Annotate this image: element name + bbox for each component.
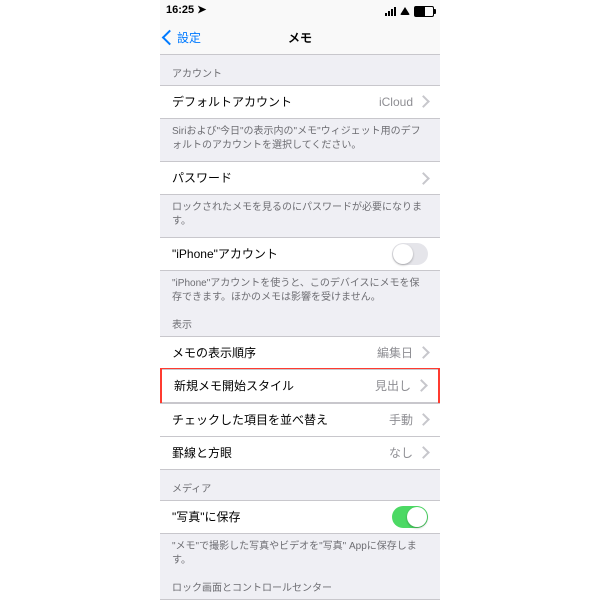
cell-label: メモの表示順序: [172, 346, 256, 360]
cell-value: なし: [389, 446, 413, 460]
chevron-right-icon: [417, 414, 430, 427]
nav-bar: 設定 メモ: [160, 22, 440, 55]
cell-lines[interactable]: 罫線と方眼 なし: [160, 436, 440, 470]
group-footer-password: ロックされたメモを見るのにパスワードが必要になります。: [160, 195, 440, 230]
cell-label: 新規メモ開始スタイル: [174, 379, 294, 393]
cell-iphone-account[interactable]: "iPhone"アカウント: [160, 237, 440, 271]
chevron-right-icon: [417, 172, 430, 185]
chevron-left-icon: [162, 30, 178, 46]
chevron-right-icon: [415, 380, 428, 393]
cell-value: 見出し: [375, 379, 411, 393]
group-header-display: 表示: [160, 306, 440, 337]
cell-check-sort[interactable]: チェックした項目を並べ替え 手動: [160, 403, 440, 437]
cell-value: 編集日: [377, 346, 413, 360]
group-footer-media: "メモ"で撮影した写真やビデオを"写真" Appに保存します。: [160, 534, 440, 569]
chevron-right-icon: [417, 447, 430, 460]
cell-label: チェックした項目を並べ替え: [172, 413, 328, 427]
back-button[interactable]: 設定: [160, 31, 201, 45]
group-footer-iphone: "iPhone"アカウントを使うと、このデバイスにメモを保存できます。ほかのメモ…: [160, 271, 440, 306]
cellular-icon: [385, 7, 396, 16]
group-header-media: メディア: [160, 470, 440, 501]
group-footer-account: Siriおよび"今日"の表示内の"メモ"ウィジェット用のデフォルトのアカウントを…: [160, 119, 440, 154]
chevron-right-icon: [417, 96, 430, 109]
status-time: 16:25: [166, 4, 194, 17]
cell-label: パスワード: [172, 171, 232, 185]
cell-label: デフォルトアカウント: [172, 95, 292, 109]
cell-value: 手動: [389, 413, 413, 427]
battery-icon: [414, 6, 434, 17]
cell-default-account[interactable]: デフォルトアカウント iCloud: [160, 85, 440, 119]
save-photos-switch[interactable]: [392, 506, 428, 528]
cell-new-note-style[interactable]: 新規メモ開始スタイル 見出し: [162, 369, 438, 403]
group-header-lock: ロック画面とコントロールセンター: [160, 569, 440, 600]
location-icon: ➤: [197, 4, 206, 17]
cell-label: "iPhone"アカウント: [172, 247, 278, 261]
highlight-box: 新規メモ開始スタイル 見出し: [160, 368, 440, 405]
wifi-icon: [400, 7, 410, 15]
group-header-account: アカウント: [160, 55, 440, 86]
settings-notes-screen: 16:25 ➤ 設定 メモ アカウント デフォルトアカウント iCloud Si…: [160, 0, 440, 600]
cell-value: iCloud: [379, 95, 413, 109]
cell-password[interactable]: パスワード: [160, 161, 440, 195]
cell-save-photos[interactable]: "写真"に保存: [160, 500, 440, 534]
cell-label: 罫線と方眼: [172, 446, 232, 460]
page-title: メモ: [160, 31, 440, 45]
chevron-right-icon: [417, 347, 430, 360]
back-label: 設定: [177, 31, 201, 45]
cell-sort-order[interactable]: メモの表示順序 編集日: [160, 336, 440, 370]
iphone-account-switch[interactable]: [392, 243, 428, 265]
cell-label: "写真"に保存: [172, 510, 241, 524]
status-bar: 16:25 ➤: [160, 0, 440, 22]
